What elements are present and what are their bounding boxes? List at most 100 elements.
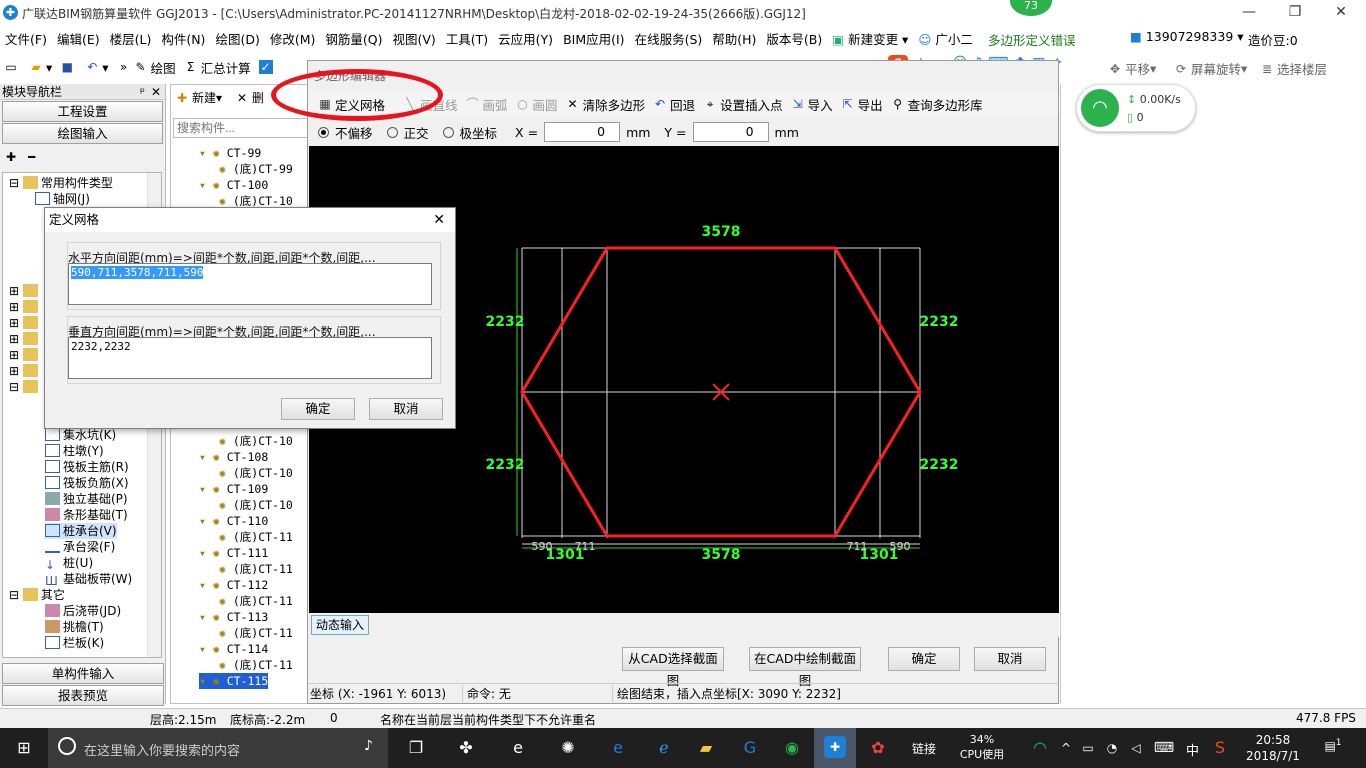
component-item[interactable]: ▾ ✺ CT-108 [199, 449, 268, 465]
cancel-button[interactable]: 取消 [974, 647, 1046, 671]
component-item[interactable]: ▾ ✺ CT-114 [199, 641, 268, 657]
import-button[interactable]: ⇲ 导入 [787, 95, 837, 114]
tree-item-strip-footing[interactable]: 条形基础(T) [45, 507, 128, 523]
ortho-radio[interactable]: 正交 [386, 123, 429, 142]
component-item[interactable]: ▾ ✺ CT-111 [199, 545, 268, 561]
draw-arc-button[interactable]: ⌒ 画弧 [462, 95, 512, 114]
menu-cloud[interactable]: 云应用(Y) [493, 29, 558, 48]
component-item[interactable]: ✺ (底)CT-10 [219, 433, 293, 449]
component-item[interactable]: ✺ (底)CT-10 [219, 465, 293, 481]
component-item[interactable]: ✺ (底)CT-11 [219, 625, 293, 641]
draw-circle-button[interactable]: ○ 画圆 [512, 95, 562, 114]
link-label[interactable]: 链接 [912, 740, 936, 757]
component-item[interactable]: ✺ (底)CT-11 [219, 593, 293, 609]
component-item[interactable]: ▾ ✺ CT-109 [199, 481, 268, 497]
open-button[interactable]: ▰ ▾ [25, 60, 56, 75]
set-insert-point-button[interactable]: ⌖ 设置插入点 [699, 95, 787, 114]
tree-folder[interactable]: ⊞ [9, 347, 41, 363]
menu-component[interactable]: 构件(N) [156, 29, 210, 48]
tree-item-eave[interactable]: 挑檐(T) [45, 619, 104, 635]
component-item[interactable]: ▾ ✺ CT-99 [199, 145, 261, 161]
app-pinwheel-icon[interactable]: ✤ [454, 736, 478, 760]
vertical-spacing-input[interactable]: 2232,2232 [68, 337, 432, 379]
tree-item-other[interactable]: ⊟ 其它 [9, 587, 65, 603]
menu-edit[interactable]: 编辑(E) [52, 29, 105, 48]
component-item[interactable]: ▾ ✺ CT-115 [199, 673, 269, 689]
component-item[interactable]: ✺ (底)CT-11 [219, 529, 293, 545]
lang-indicator[interactable]: 中 [1186, 740, 1199, 759]
ie-icon[interactable]: e [606, 736, 630, 760]
active-app-tile[interactable]: ✚ [814, 728, 856, 768]
horizontal-spacing-input[interactable]: 590,711,3578,711,590 [68, 263, 432, 305]
report-preview-button[interactable]: 报表预览 [2, 685, 164, 706]
notification-icon[interactable]: ▤1 [1322, 738, 1344, 758]
y-input[interactable]: 0 [692, 122, 769, 142]
chevron-up-icon[interactable]: ^ [1054, 736, 1078, 760]
draw-button[interactable]: » ✎ 绘图 [113, 58, 180, 77]
file-explorer-icon[interactable]: ▰ [694, 736, 718, 760]
tree-item-strip-band[interactable]: Ш 基础板带(W) [45, 571, 132, 588]
menu-online[interactable]: 在线服务(S) [630, 29, 708, 48]
tree-item-post-cast[interactable]: 后浇带(JD) [45, 603, 121, 619]
single-component-button[interactable]: 单构件输入 [2, 663, 164, 684]
grid-ok-button[interactable]: 确定 [281, 398, 355, 420]
tree-item-raft-main[interactable]: 筏板主筋(R) [45, 459, 129, 475]
keyboard-icon[interactable]: ⌨ [1152, 736, 1176, 760]
tree-item-sump[interactable]: 集水坑(K) [45, 427, 116, 443]
query-library-button[interactable]: ⚲ 查询多边形库 [887, 95, 987, 114]
edge-icon[interactable]: e [506, 736, 530, 760]
app-g-icon[interactable]: G [738, 736, 762, 760]
clock[interactable]: 20:58 2018/7/1 [1240, 732, 1306, 764]
menu-help[interactable]: 帮助(H) [707, 29, 761, 48]
sogou-tray-icon[interactable]: S [1208, 736, 1232, 760]
menu-modify[interactable]: 修改(M) [265, 29, 321, 48]
menu-version[interactable]: 版本号(B) [761, 29, 827, 48]
component-item[interactable]: ▾ ✺ CT-110 [199, 513, 268, 529]
mic-icon[interactable]: ♪ [364, 738, 373, 754]
new-file-button[interactable]: ▭ [0, 60, 25, 74]
app-green-icon[interactable]: ◉ [780, 736, 804, 760]
menu-view[interactable]: 视图(V) [387, 29, 440, 48]
project-settings-button[interactable]: 工程设置 [2, 101, 163, 122]
close-icon[interactable]: ✕ [151, 84, 161, 100]
polar-radio[interactable]: 极坐标 [442, 123, 497, 142]
new-component-button[interactable]: ✚ 新建 ▾ [175, 89, 222, 106]
component-item[interactable]: ▾ ✺ CT-112 [199, 577, 268, 593]
tree-item-pier[interactable]: 柱墩(Y) [45, 443, 104, 459]
app-colorful-icon[interactable]: ✿ [866, 736, 890, 760]
cad-select-button[interactable]: 从CAD选择截面图 [622, 647, 724, 688]
undo-button[interactable]: ↶ ▾ [81, 60, 112, 75]
maximize-button[interactable]: ❐ [1272, 0, 1318, 26]
tree-folder[interactable]: ⊞ [9, 283, 41, 299]
tree-folder[interactable]: ⊞ [9, 363, 41, 379]
component-item[interactable]: ▾ ✺ CT-100 [199, 177, 268, 193]
back-button[interactable]: ↶ 回退 [649, 95, 699, 114]
delete-component-button[interactable]: ✕ 删 [235, 89, 264, 106]
menu-tools[interactable]: 工具(T) [441, 29, 493, 48]
menu-new-change[interactable]: ▣ 新建变更 ▾ [827, 29, 913, 48]
component-item[interactable]: ✺ (底)CT-99 [219, 161, 293, 177]
menu-bim[interactable]: BIM应用(I) [558, 29, 630, 48]
tree-item-raft-neg[interactable]: 筏板负筋(X) [45, 475, 129, 491]
task-view-icon[interactable]: ❐ [404, 736, 428, 760]
component-item[interactable]: ✺ (底)CT-11 [219, 657, 293, 673]
tree-folder[interactable]: ⊞ [9, 315, 41, 331]
tree-item-isolated-footing[interactable]: 独立基础(P) [45, 491, 128, 507]
tree-folder-foundation[interactable]: ⊟ [9, 379, 41, 395]
user-account[interactable]: ■ 13907298339 ▾ [1130, 29, 1244, 44]
menu-rebar[interactable]: 钢筋量(Q) [320, 29, 387, 48]
component-search-input[interactable] [173, 118, 308, 138]
collapse-all-icon[interactable]: ━ [28, 150, 35, 164]
volume-icon[interactable]: ◁ [1124, 736, 1148, 760]
component-item[interactable]: ✺ (底)CT-11 [219, 561, 293, 577]
taskbar-search[interactable]: 在这里输入你要搜索的内容 ♪ [48, 728, 388, 768]
pin-icon[interactable]: ᵖ [140, 84, 145, 100]
cad-draw-button[interactable]: 在CAD中绘制截面图 [749, 647, 861, 688]
expand-all-icon[interactable]: ✚ [6, 150, 16, 164]
dynamic-input-button[interactable]: 动态输入 [311, 615, 370, 635]
save-button[interactable]: ■ [56, 60, 81, 74]
menu-draw[interactable]: 绘图(D) [210, 29, 264, 48]
ie2-icon[interactable]: ℯ [652, 736, 676, 760]
x-input[interactable]: 0 [544, 122, 621, 142]
component-item[interactable]: ▾ ✺ CT-113 [199, 609, 268, 625]
